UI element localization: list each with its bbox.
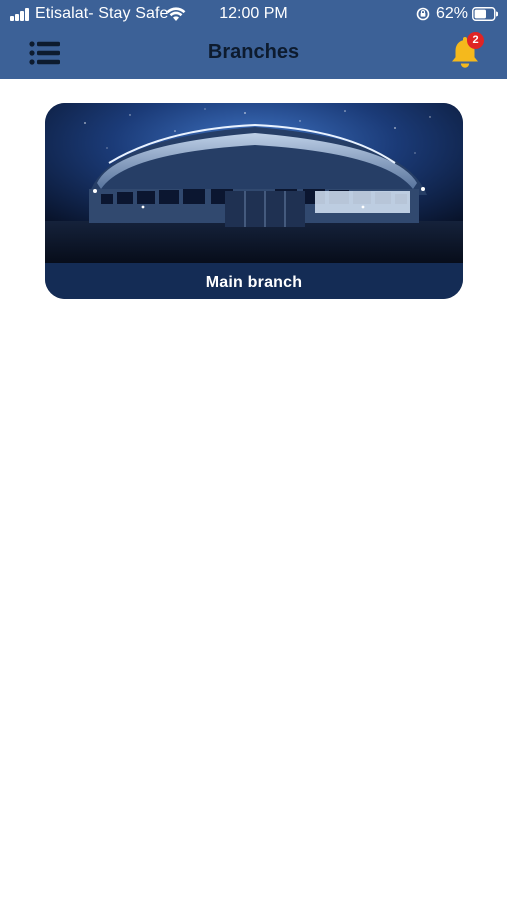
stadium-image — [45, 103, 463, 263]
notification-badge[interactable]: 2 — [467, 32, 484, 49]
top-bar: Etisalat- Stay Safe 12:00 PM 62% Branche… — [0, 0, 507, 79]
status-bar: Etisalat- Stay Safe 12:00 PM 62% — [0, 0, 507, 28]
orientation-lock-icon — [416, 7, 430, 21]
battery-icon — [472, 7, 498, 21]
battery-percent: 62% — [436, 5, 469, 22]
branch-card[interactable]: Main branch — [45, 103, 463, 299]
navigation-bar: Branches 2 — [0, 30, 507, 76]
status-time: 12:00 PM — [219, 5, 288, 22]
page-title: Branches — [207, 41, 300, 63]
branch-name: Main branch — [45, 263, 463, 299]
